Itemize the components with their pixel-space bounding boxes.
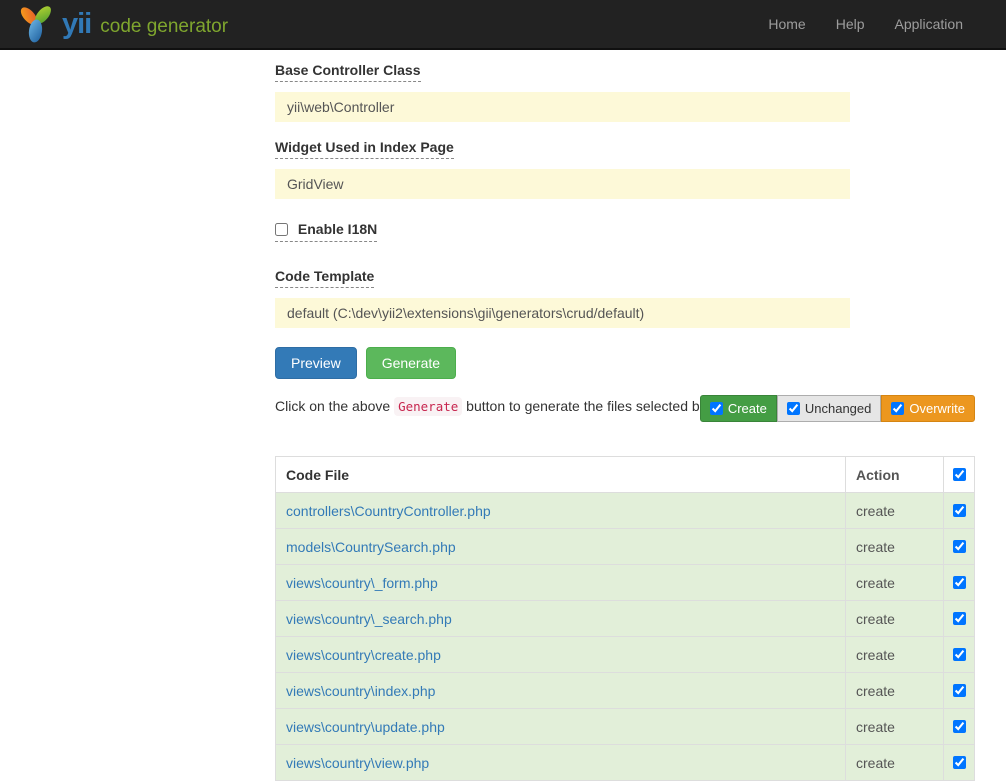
- base-controller-class-label[interactable]: Base Controller Class: [275, 62, 421, 82]
- table-row: controllers\CountryController.php create: [276, 493, 975, 529]
- file-link[interactable]: models\CountrySearch.php: [286, 539, 456, 555]
- generate-button[interactable]: Generate: [366, 347, 456, 379]
- hint-before: Click on the above: [275, 398, 394, 414]
- row-checkbox[interactable]: [953, 540, 966, 553]
- file-link[interactable]: views\country\update.php: [286, 719, 445, 735]
- file-link[interactable]: views\country\index.php: [286, 683, 435, 699]
- filter-unchanged-checkbox[interactable]: [787, 402, 800, 415]
- action-cell: create: [846, 673, 944, 709]
- file-link[interactable]: views\country\create.php: [286, 647, 441, 663]
- brand-title: yii: [62, 10, 91, 39]
- action-cell: create: [846, 493, 944, 529]
- generate-hint: Click on the above Generate button to ge…: [275, 395, 735, 418]
- row-checkbox[interactable]: [953, 684, 966, 697]
- action-cell: create: [846, 745, 944, 781]
- file-link[interactable]: controllers\CountryController.php: [286, 503, 491, 519]
- filter-unchanged-toggle[interactable]: Unchanged: [777, 395, 882, 422]
- file-link[interactable]: views\country\_search.php: [286, 611, 452, 627]
- action-cell: create: [846, 637, 944, 673]
- code-files-table: Code File Action controllers\CountryCont…: [275, 456, 975, 781]
- brand-subtitle: code generator: [100, 12, 228, 36]
- action-cell: create: [846, 529, 944, 565]
- code-file-header: Code File: [276, 457, 846, 493]
- brand-link[interactable]: yii code generator: [16, 3, 228, 45]
- field-enable-i18n: Enable I18N: [275, 221, 975, 242]
- row-checkbox[interactable]: [953, 612, 966, 625]
- action-cell: create: [846, 709, 944, 745]
- table-row: views\country\create.php create: [276, 637, 975, 673]
- filter-overwrite-toggle[interactable]: Overwrite: [881, 395, 975, 422]
- code-template-select[interactable]: [275, 298, 850, 328]
- filter-overwrite-label: Overwrite: [909, 400, 965, 417]
- enable-i18n-text: Enable I18N: [298, 221, 377, 237]
- row-checkbox[interactable]: [953, 576, 966, 589]
- hint-code-token: Generate: [394, 397, 462, 416]
- action-buttons: Preview Generate: [275, 347, 975, 379]
- navbar: yii code generator Home Help Application: [0, 0, 1006, 50]
- hint-after: button to generate the files selected be…: [462, 398, 732, 414]
- table-row: models\CountrySearch.php create: [276, 529, 975, 565]
- filter-create-label: Create: [728, 400, 767, 417]
- widget-used-label[interactable]: Widget Used in Index Page: [275, 139, 454, 159]
- table-header-row: Code File Action: [276, 457, 975, 493]
- row-checkbox[interactable]: [953, 756, 966, 769]
- file-link[interactable]: views\country\_form.php: [286, 575, 438, 591]
- file-filter-toggles: Create Unchanged Overwrite: [700, 395, 975, 422]
- action-cell: create: [846, 565, 944, 601]
- row-checkbox[interactable]: [953, 648, 966, 661]
- action-header: Action: [846, 457, 944, 493]
- filter-overwrite-checkbox[interactable]: [891, 402, 904, 415]
- action-cell: create: [846, 601, 944, 637]
- nav-item-help[interactable]: Help: [821, 0, 880, 49]
- widget-used-input[interactable]: [275, 169, 850, 199]
- select-all-checkbox[interactable]: [953, 468, 966, 481]
- table-row: views\country\_search.php create: [276, 601, 975, 637]
- base-controller-class-input[interactable]: [275, 92, 850, 122]
- preview-button[interactable]: Preview: [275, 347, 357, 379]
- table-row: views\country\index.php create: [276, 673, 975, 709]
- code-template-label[interactable]: Code Template: [275, 268, 374, 288]
- yii-logo-icon: [16, 3, 56, 45]
- row-checkbox[interactable]: [953, 504, 966, 517]
- filter-create-toggle[interactable]: Create: [700, 395, 777, 422]
- field-code-template: Code Template: [275, 268, 975, 328]
- nav-item-home[interactable]: Home: [753, 0, 820, 49]
- table-row: views\country\update.php create: [276, 709, 975, 745]
- nav-links: Home Help Application: [753, 0, 978, 49]
- filter-unchanged-label: Unchanged: [805, 400, 872, 417]
- crud-generator-form: Base Controller Class Widget Used in Ind…: [275, 50, 975, 781]
- filter-create-checkbox[interactable]: [710, 402, 723, 415]
- field-widget-used: Widget Used in Index Page: [275, 139, 975, 199]
- nav-item-application[interactable]: Application: [880, 0, 979, 49]
- row-checkbox[interactable]: [953, 720, 966, 733]
- table-row: views\country\view.php create: [276, 745, 975, 781]
- table-row: views\country\_form.php create: [276, 565, 975, 601]
- file-link[interactable]: views\country\view.php: [286, 755, 429, 771]
- enable-i18n-label[interactable]: Enable I18N: [275, 221, 377, 242]
- enable-i18n-checkbox[interactable]: [275, 223, 288, 236]
- field-base-controller-class: Base Controller Class: [275, 62, 975, 122]
- hint-row: Click on the above Generate button to ge…: [275, 395, 975, 447]
